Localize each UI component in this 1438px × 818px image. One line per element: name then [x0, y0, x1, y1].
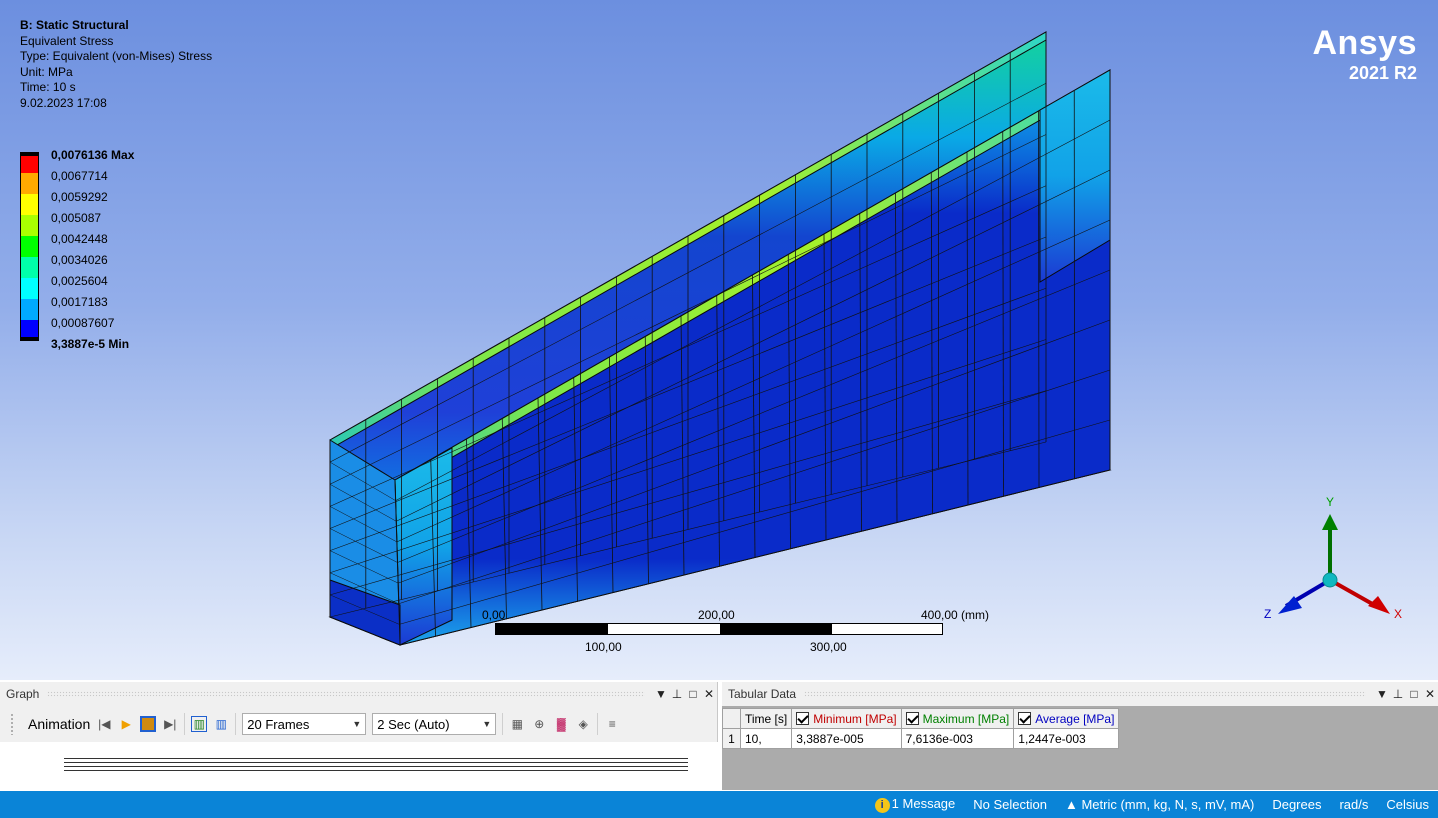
- col-header-average[interactable]: Average [MPa]: [1013, 708, 1120, 729]
- zoom-to-fit-icon[interactable]: ⊕: [531, 716, 547, 732]
- x-axis-arrow: [1368, 596, 1390, 614]
- pin-icon[interactable]: ⊥: [1390, 687, 1406, 701]
- rate-unit-status[interactable]: rad/s: [1339, 797, 1368, 812]
- tabular-panel-title: Tabular Data: [728, 687, 797, 701]
- triad-origin: [1322, 572, 1338, 588]
- scale-label-100: 100,00: [585, 640, 622, 654]
- status-bar: i1 Message No Selection ▲ Metric (mm, kg…: [0, 791, 1438, 818]
- tabular-data-table[interactable]: Time [s] Minimum [MPa] Maximum [MPa] Ave…: [722, 708, 1120, 749]
- x-axis-line: [1329, 578, 1377, 608]
- graph-panel: Graph ▼ ⊥ □ ✕ Animation |◀ ▶ ▶| ▥ ▥ 20 F…: [0, 682, 718, 790]
- last-frame-icon[interactable]: ▶|: [162, 716, 178, 732]
- selection-status[interactable]: No Selection: [973, 797, 1047, 812]
- checkbox-icon[interactable]: [796, 711, 810, 725]
- graph-panel-title: Graph: [6, 687, 40, 701]
- pin-icon[interactable]: ⊥: [669, 687, 685, 701]
- col-header-minimum[interactable]: Minimum [MPa]: [791, 708, 902, 729]
- result-frames-icon[interactable]: ▥: [213, 716, 229, 732]
- toolbar-grip[interactable]: [10, 713, 14, 735]
- caret-up-icon: ▲: [1064, 797, 1082, 812]
- checkbox-icon[interactable]: [1018, 711, 1032, 725]
- play-icon[interactable]: ▶: [118, 716, 134, 732]
- checkbox-icon[interactable]: [905, 711, 919, 725]
- angle-unit-status[interactable]: Degrees: [1272, 797, 1321, 812]
- close-icon[interactable]: ✕: [701, 687, 717, 701]
- frames-select[interactable]: 20 Frames ▼: [242, 713, 367, 735]
- front-flange-end-zone: [394, 447, 453, 646]
- dropdown-arrow-icon[interactable]: ▼: [1374, 687, 1390, 701]
- camera-icon[interactable]: ◈: [575, 716, 591, 732]
- first-frame-icon[interactable]: |◀: [96, 716, 112, 732]
- unit-system-status[interactable]: ▲ Metric (mm, kg, N, s, mV, mA): [1065, 797, 1254, 812]
- message-icon: i: [874, 798, 890, 813]
- distributed-frames-icon[interactable]: ▥: [191, 716, 208, 732]
- close-icon[interactable]: ✕: [1422, 687, 1438, 701]
- scale-bar-frame: [495, 623, 943, 635]
- export-video-icon[interactable]: ▦: [509, 716, 525, 732]
- duration-select[interactable]: 2 Sec (Auto) ▼: [372, 713, 497, 735]
- scale-label-200: 200,00: [698, 608, 735, 622]
- table-header-row: Time [s] Minimum [MPa] Maximum [MPa] Ave…: [722, 708, 1120, 729]
- animation-label: Animation: [28, 716, 91, 732]
- tabular-panel-header: Tabular Data ▼ ⊥ □ ✕: [722, 682, 1438, 706]
- messages-status[interactable]: i1 Message: [874, 796, 955, 813]
- tabular-data-panel: Tabular Data ▼ ⊥ □ ✕ Time [s] Minimum [M…: [722, 682, 1438, 790]
- table-row[interactable]: 1 10, 3,3887e-005 7,6136e-003 1,2447e-00…: [722, 728, 1120, 749]
- x-axis-label: X: [1394, 607, 1402, 621]
- col-header-maximum[interactable]: Maximum [MPa]: [900, 708, 1015, 729]
- graph-panel-header: Graph ▼ ⊥ □ ✕: [0, 682, 717, 706]
- stop-icon[interactable]: [140, 716, 157, 732]
- graph-timeline-area[interactable]: [0, 742, 718, 790]
- dropdown-arrow-icon[interactable]: ▼: [653, 687, 669, 701]
- graphics-viewport[interactable]: B: Static Structural Equivalent Stress T…: [0, 0, 1438, 680]
- scale-label-0: 0,00: [482, 608, 506, 622]
- stress-contour-model[interactable]: [0, 0, 1438, 680]
- more-options-icon[interactable]: ≡: [604, 716, 620, 732]
- color-grid-icon[interactable]: ▓: [553, 716, 569, 732]
- maximize-icon[interactable]: □: [685, 687, 701, 701]
- y-axis-arrow: [1322, 514, 1338, 530]
- temperature-unit-status[interactable]: Celsius: [1386, 797, 1429, 812]
- y-axis-label: Y: [1326, 495, 1334, 509]
- z-axis-label: Z: [1264, 607, 1271, 621]
- scale-label-300: 300,00: [810, 640, 847, 654]
- axis-triad[interactable]: Y Z X: [1256, 490, 1426, 630]
- maximize-icon[interactable]: □: [1406, 687, 1422, 701]
- animation-toolbar: Animation |◀ ▶ ▶| ▥ ▥ 20 Frames ▼ 2 Sec (…: [0, 706, 717, 742]
- col-header-time[interactable]: Time [s]: [739, 708, 793, 729]
- scale-label-400: 400,00 (mm): [921, 608, 990, 622]
